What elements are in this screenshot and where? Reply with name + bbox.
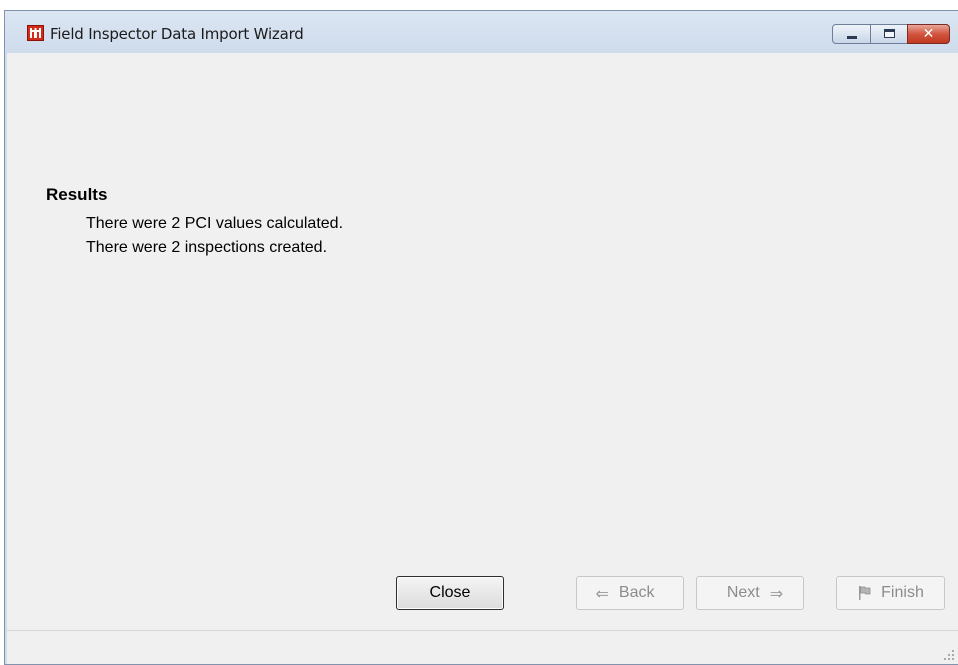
flag-icon bbox=[857, 585, 873, 601]
next-arrow-icon: ⇒ bbox=[769, 583, 784, 603]
close-window-button[interactable]: ✕ bbox=[907, 24, 950, 44]
minimize-button[interactable] bbox=[832, 24, 871, 44]
close-button-label: Close bbox=[429, 584, 471, 601]
status-bar bbox=[7, 630, 958, 664]
back-button[interactable]: ⇐ Back bbox=[576, 576, 684, 610]
result-line-pci: There were 2 PCI values calculated. bbox=[86, 215, 344, 232]
minimize-icon bbox=[847, 36, 857, 39]
resize-grip-icon[interactable] bbox=[944, 650, 954, 660]
next-button-label: Next bbox=[726, 584, 760, 601]
title-bar[interactable]: Field Inspector Data Import Wizard ✕ bbox=[5, 11, 958, 53]
next-button[interactable]: Next ⇒ bbox=[696, 576, 804, 610]
wizard-content: Results There were 2 PCI values calculat… bbox=[7, 53, 958, 630]
window-title: Field Inspector Data Import Wizard bbox=[50, 25, 304, 43]
castle-icon[interactable] bbox=[27, 25, 44, 41]
back-button-label: Back bbox=[618, 584, 655, 601]
result-line-inspections: There were 2 inspections created. bbox=[86, 239, 328, 256]
wizard-window: Field Inspector Data Import Wizard ✕ Res… bbox=[4, 10, 958, 665]
maximize-icon bbox=[884, 29, 895, 38]
back-arrow-icon: ⇐ bbox=[595, 583, 609, 603]
results-heading: Results bbox=[46, 185, 108, 204]
caption-buttons: ✕ bbox=[832, 24, 950, 44]
finish-button-label: Finish bbox=[881, 584, 924, 601]
finish-button[interactable]: Finish bbox=[836, 576, 945, 610]
close-icon: ✕ bbox=[922, 26, 935, 42]
maximize-button[interactable] bbox=[870, 24, 908, 44]
close-button[interactable]: Close bbox=[396, 576, 504, 610]
